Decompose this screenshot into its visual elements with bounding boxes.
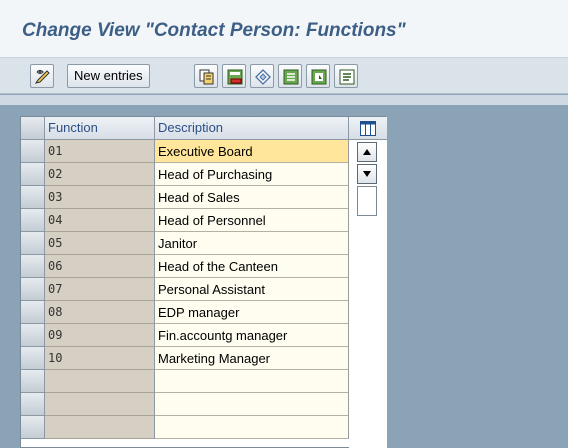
table-control: Function Description 01 Executive Board …	[20, 116, 387, 448]
description-field[interactable]: Executive Board	[155, 140, 349, 163]
table-row: 07 Personal Assistant	[21, 278, 387, 301]
row-selector[interactable]	[21, 393, 45, 416]
new-entries-button[interactable]: New entries	[67, 64, 150, 88]
row-selector[interactable]	[21, 347, 45, 370]
arrow-down-icon	[363, 171, 371, 177]
copy-as-icon	[199, 69, 214, 85]
table-row	[21, 393, 387, 416]
table-row	[21, 416, 387, 439]
function-code-cell: 06	[45, 255, 155, 278]
row-selector[interactable]	[21, 370, 45, 393]
row-selector[interactable]	[21, 301, 45, 324]
row-selector[interactable]	[21, 416, 45, 439]
title-bar: Change View "Contact Person: Functions"	[0, 0, 568, 58]
function-code-cell	[45, 393, 155, 416]
description-field[interactable]: Personal Assistant	[155, 278, 349, 301]
row-selector[interactable]	[21, 255, 45, 278]
table-row: 05 Janitor	[21, 232, 387, 255]
description-field[interactable]: Marketing Manager	[155, 347, 349, 370]
column-header-description[interactable]: Description	[155, 117, 349, 140]
function-code-cell: 09	[45, 324, 155, 347]
toolbar-separator	[0, 95, 568, 105]
function-code-cell: 01	[45, 140, 155, 163]
description-field[interactable]: EDP manager	[155, 301, 349, 324]
description-field[interactable]	[155, 370, 349, 393]
deselect-all-button[interactable]	[334, 64, 358, 88]
row-selector[interactable]	[21, 209, 45, 232]
copy-as-button[interactable]	[194, 64, 218, 88]
description-field[interactable]: Head of the Canteen	[155, 255, 349, 278]
table-row	[21, 370, 387, 393]
vertical-scrollbar[interactable]	[349, 140, 387, 448]
description-field[interactable]	[155, 393, 349, 416]
select-all-rows-cell[interactable]	[21, 117, 45, 140]
description-field[interactable]: Janitor	[155, 232, 349, 255]
table-row: 09 Fin.accountg manager	[21, 324, 387, 347]
table-settings-icon	[360, 121, 376, 136]
display-change-button[interactable]	[30, 64, 54, 88]
application-toolbar: New entries	[0, 58, 568, 94]
deselect-all-icon	[339, 69, 355, 85]
table-header-row: Function Description	[21, 117, 387, 140]
undo-change-icon	[255, 69, 271, 85]
function-code-cell: 10	[45, 347, 155, 370]
description-field[interactable]: Fin.accountg manager	[155, 324, 349, 347]
function-code-cell: 05	[45, 232, 155, 255]
table-row: 01 Executive Board	[21, 140, 387, 163]
row-selector[interactable]	[21, 278, 45, 301]
function-code-cell: 07	[45, 278, 155, 301]
select-all-button[interactable]	[278, 64, 302, 88]
table-row: 06 Head of the Canteen	[21, 255, 387, 278]
row-selector[interactable]	[21, 163, 45, 186]
scroll-thumb[interactable]	[357, 186, 377, 216]
row-selector[interactable]	[21, 232, 45, 255]
row-selector[interactable]	[21, 140, 45, 163]
description-field[interactable]	[155, 416, 349, 439]
undo-change-button[interactable]	[250, 64, 274, 88]
function-code-cell	[45, 370, 155, 393]
description-field[interactable]: Head of Sales	[155, 186, 349, 209]
select-all-icon	[283, 69, 299, 85]
function-code-cell: 08	[45, 301, 155, 324]
function-code-cell: 03	[45, 186, 155, 209]
table-settings-button[interactable]	[349, 117, 387, 140]
function-code-cell: 04	[45, 209, 155, 232]
page-title: Change View "Contact Person: Functions"	[22, 20, 406, 41]
column-header-function[interactable]: Function	[45, 117, 155, 140]
select-block-button[interactable]	[306, 64, 330, 88]
delete-button[interactable]	[222, 64, 246, 88]
table-row: 08 EDP manager	[21, 301, 387, 324]
table-row: 04 Head of Personnel	[21, 209, 387, 232]
delete-icon	[227, 69, 243, 85]
row-selector[interactable]	[21, 324, 45, 347]
function-code-cell	[45, 416, 155, 439]
description-field[interactable]: Head of Personnel	[155, 209, 349, 232]
scroll-down-button[interactable]	[357, 164, 377, 184]
row-selector[interactable]	[21, 186, 45, 209]
function-code-cell: 02	[45, 163, 155, 186]
table-row: 02 Head of Purchasing	[21, 163, 387, 186]
display-change-icon	[34, 69, 50, 84]
arrow-up-icon	[363, 149, 371, 155]
table-row: 10 Marketing Manager	[21, 347, 387, 370]
scroll-up-button[interactable]	[357, 142, 377, 162]
description-field[interactable]: Head of Purchasing	[155, 163, 349, 186]
table-row: 03 Head of Sales	[21, 186, 387, 209]
select-block-icon	[311, 69, 327, 85]
